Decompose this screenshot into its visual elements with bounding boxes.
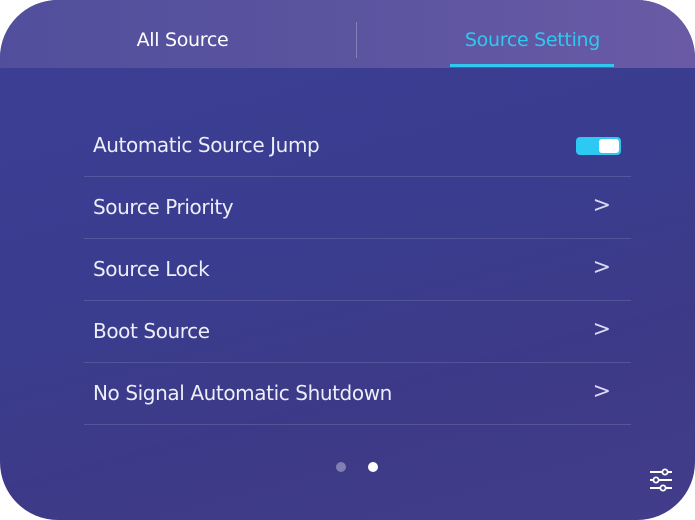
page-indicator-dot-2-active[interactable] (368, 462, 378, 472)
setting-row-source-lock[interactable]: Source Lock > (84, 238, 631, 301)
chevron-right-icon: > (592, 255, 611, 280)
setting-row-automatic-source-jump[interactable]: Automatic Source Jump (84, 114, 631, 177)
setting-row-boot-source[interactable]: Boot Source > (84, 300, 631, 363)
setting-row-no-signal-automatic-shutdown[interactable]: No Signal Automatic Shutdown > (84, 362, 631, 425)
setting-label: Source Lock (93, 257, 210, 281)
toggle-knob (599, 139, 619, 153)
chevron-right-icon: > (592, 193, 611, 218)
chevron-right-icon: > (592, 379, 611, 404)
setting-label: Boot Source (93, 319, 210, 343)
setting-label: Automatic Source Jump (93, 133, 320, 157)
page-indicator-dot-1[interactable] (336, 462, 346, 472)
tab-divider (356, 22, 357, 58)
setting-label: No Signal Automatic Shutdown (93, 381, 392, 405)
sliders-icon[interactable] (648, 468, 674, 492)
tab-source-setting[interactable]: Source Setting (450, 0, 615, 68)
tab-bar: All Source Source Setting (0, 0, 695, 68)
automatic-source-jump-toggle[interactable] (576, 137, 621, 155)
active-tab-indicator (450, 64, 614, 67)
tab-all-source[interactable]: All Source (100, 0, 265, 68)
source-settings-screen: All Source Source Setting Automatic Sour… (0, 0, 695, 520)
chevron-right-icon: > (592, 317, 611, 342)
setting-label: Source Priority (93, 195, 234, 219)
setting-row-source-priority[interactable]: Source Priority > (84, 176, 631, 239)
